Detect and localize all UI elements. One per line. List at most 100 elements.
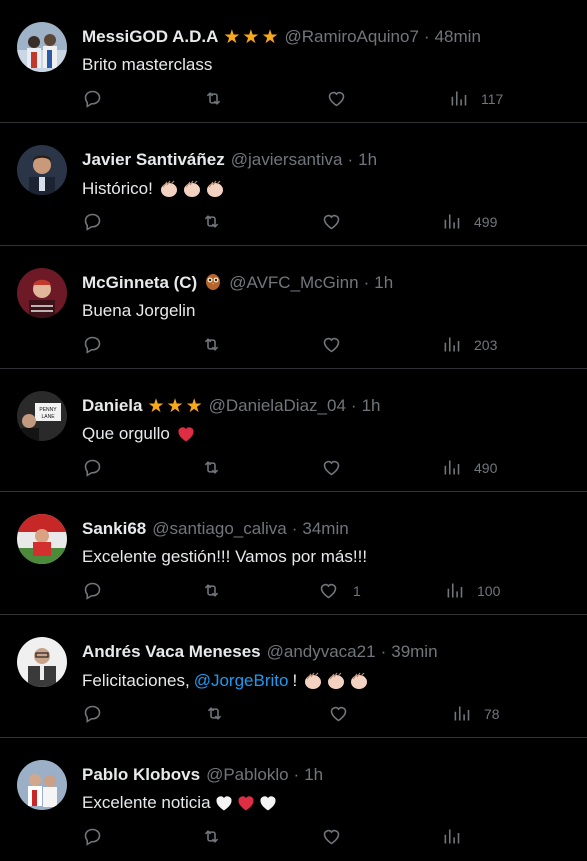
views-button[interactable]: 499 (441, 211, 497, 232)
avatar[interactable]: PENNY LANE (17, 391, 67, 441)
reply-button[interactable] (82, 703, 103, 724)
action-bar: 78 (0, 703, 587, 727)
tweet-header: Pablo Klobovs @Pabloklo · 1h (82, 764, 577, 786)
retweet-button[interactable] (201, 211, 222, 232)
action-bar: 1 100 (0, 580, 587, 604)
like-button[interactable] (321, 211, 354, 232)
retweet-button[interactable] (204, 703, 225, 724)
avatar[interactable] (17, 268, 67, 318)
tweet[interactable]: Sanki68 @santiago_caliva · 34min Excelen… (0, 492, 587, 615)
views-icon (444, 214, 460, 229)
tweet[interactable]: PENNY LANE Daniela ★ ★ ★ @DanielaDiaz_04 ·… (0, 369, 587, 492)
avatar[interactable] (17, 637, 67, 687)
timestamp[interactable]: 1h (358, 150, 377, 170)
handle[interactable]: @Pabloklo (206, 765, 288, 785)
display-name[interactable]: Pablo Klobovs (82, 765, 200, 785)
retweet-icon (204, 584, 219, 597)
reply-icon (84, 828, 101, 846)
views-button[interactable] (441, 826, 474, 847)
timestamp[interactable]: 39min (391, 642, 437, 662)
handle[interactable]: @DanielaDiaz_04 (209, 396, 346, 416)
avatar[interactable] (17, 760, 67, 810)
timestamp[interactable]: 1h (362, 396, 381, 416)
reply-button[interactable] (82, 457, 103, 478)
like-button[interactable] (321, 334, 354, 355)
star-icon: ★ (185, 395, 203, 417)
like-button[interactable]: 1 (318, 580, 361, 601)
timestamp[interactable]: 1h (304, 765, 323, 785)
tweet[interactable]: Javier Santiváñez @javiersantiva · 1h Hi… (0, 123, 587, 246)
views-icon (444, 829, 460, 844)
action-bar: 499 (0, 211, 587, 235)
tweet[interactable]: Pablo Klobovs @Pabloklo · 1h Excelente n… (0, 738, 587, 861)
retweet-icon (206, 92, 221, 105)
retweet-button[interactable] (203, 88, 224, 109)
reply-button[interactable] (82, 88, 103, 109)
avatar[interactable] (17, 514, 67, 564)
like-icon (323, 829, 340, 845)
mention-link[interactable]: @JorgeBrito (194, 671, 289, 691)
clapping-hands-icon (183, 180, 200, 197)
handle[interactable]: @RamiroAquino7 (284, 27, 418, 47)
views-button[interactable]: 78 (451, 703, 500, 724)
timestamp[interactable]: 34min (302, 519, 348, 539)
reply-icon (84, 336, 101, 354)
views-icon (444, 460, 460, 475)
display-name[interactable]: Daniela (82, 396, 142, 416)
star-icon: ★ (166, 395, 184, 417)
display-name[interactable]: Javier Santiváñez (82, 150, 225, 170)
tweet-text: Histórico! (82, 178, 226, 200)
tweet-text: Buena Jorgelin (82, 301, 195, 321)
reply-icon (84, 705, 101, 723)
views-button[interactable]: 100 (444, 580, 500, 601)
tweet[interactable]: MessiGOD A.D.A ★ ★ ★ @RamiroAquino7 · 48mi… (0, 0, 587, 123)
views-button[interactable]: 490 (441, 457, 497, 478)
action-bar: 117 (0, 88, 587, 112)
clapping-hands-icon (328, 672, 345, 689)
views-count: 490 (474, 459, 498, 476)
display-name[interactable]: Sanki68 (82, 519, 146, 539)
tweet[interactable]: Andrés Vaca Meneses @andyvaca21 · 39min … (0, 615, 587, 738)
action-bar: 490 (0, 457, 587, 481)
retweet-button[interactable] (201, 580, 222, 601)
display-name[interactable]: Andrés Vaca Meneses (82, 642, 261, 662)
display-name[interactable]: McGinneta (C) (82, 273, 197, 293)
reply-button[interactable] (82, 826, 103, 847)
handle[interactable]: @javiersantiva (231, 150, 343, 170)
handle[interactable]: @AVFC_McGinn (229, 273, 358, 293)
reply-button[interactable] (82, 334, 103, 355)
reply-button[interactable] (82, 211, 103, 232)
timestamp[interactable]: 1h (374, 273, 393, 293)
retweet-icon (204, 338, 219, 351)
avatar[interactable] (17, 22, 67, 72)
reply-button[interactable] (82, 580, 103, 601)
like-button[interactable] (326, 88, 359, 109)
views-button[interactable]: 203 (441, 334, 497, 355)
like-icon (323, 460, 340, 476)
tweet-text-content: Excelente noticia (82, 793, 211, 812)
like-button[interactable] (321, 826, 354, 847)
tweet-header: Sanki68 @santiago_caliva · 34min (82, 518, 577, 540)
handle[interactable]: @santiago_caliva (152, 519, 286, 539)
clapping-hands-icon (160, 180, 177, 197)
tweet[interactable]: McGinneta (C) @AVFC_McGinn · 1h Buena Jo… (0, 246, 587, 369)
tweet-text-suffix: ! (292, 671, 298, 690)
handle[interactable]: @andyvaca21 (267, 642, 376, 662)
retweet-button[interactable] (201, 457, 222, 478)
tweet-text: Excelente gestión!!! Vamos por más!!! (82, 547, 367, 567)
retweet-button[interactable] (201, 826, 222, 847)
action-bar (0, 826, 587, 850)
timestamp[interactable]: 48min (435, 27, 481, 47)
separator-dot: · (350, 396, 357, 415)
views-button[interactable]: 117 (448, 88, 503, 109)
like-button[interactable] (328, 703, 361, 724)
display-name[interactable]: MessiGOD A.D.A (82, 27, 218, 47)
tweet-text-content: Brito masterclass (82, 55, 213, 74)
like-button[interactable] (321, 457, 354, 478)
retweet-icon (204, 215, 219, 228)
like-icon (330, 706, 347, 722)
avatar[interactable] (17, 145, 67, 195)
retweet-button[interactable] (201, 334, 222, 355)
separator-dot: · (363, 273, 370, 292)
tweet-text: Felicitaciones, @JorgeBrito ! (82, 670, 370, 692)
